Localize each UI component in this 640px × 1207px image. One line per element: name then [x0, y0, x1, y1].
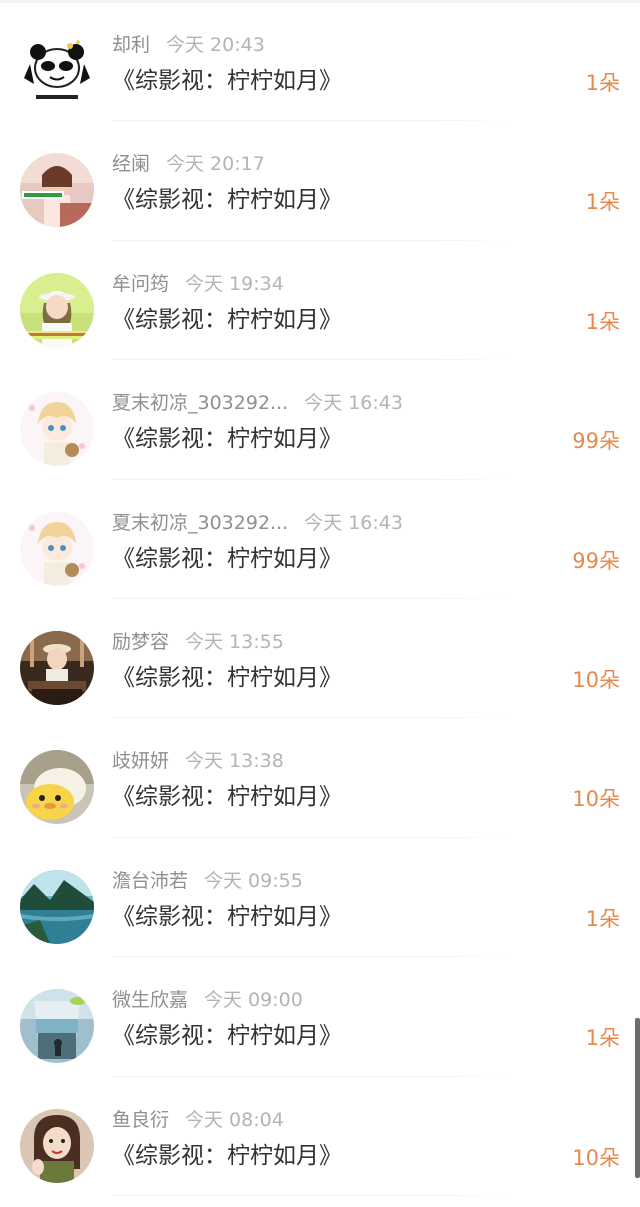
book-title[interactable]: 《综影视：柠柠如月》 — [112, 422, 342, 456]
flower-count: 10朵 — [572, 787, 620, 812]
timestamp: 今天 19:34 — [185, 272, 284, 295]
list-item[interactable]: 经阑 今天 20:17 《综影视：柠柠如月》 1朵 — [0, 121, 640, 242]
list-item[interactable]: 鱼良衍 今天 08:04 《综影视：柠柠如月》 10朵 — [0, 1077, 640, 1197]
user-name[interactable]: 夏末初凉_303292... — [112, 512, 288, 534]
timestamp: 今天 16:43 — [304, 511, 403, 534]
book-title[interactable]: 《综影视：柠柠如月》 — [112, 900, 342, 934]
user-avatar[interactable] — [20, 989, 94, 1064]
flower-count: 10朵 — [572, 1145, 620, 1170]
duck-avatar-icon — [20, 750, 94, 825]
list-item[interactable]: 却利 今天 20:43 《综影视：柠柠如月》 1朵 — [0, 2, 640, 122]
book-title[interactable]: 《综影视：柠柠如月》 — [112, 183, 342, 217]
landscape-avatar-icon — [20, 869, 94, 944]
book-title[interactable]: 《综影视：柠柠如月》 — [112, 1139, 342, 1173]
flower-count: 1朵 — [585, 906, 620, 931]
user-avatar[interactable] — [20, 34, 94, 108]
book-title[interactable]: 《综影视：柠柠如月》 — [112, 1019, 342, 1053]
user-avatar[interactable] — [20, 750, 94, 825]
flower-count: 99朵 — [572, 548, 620, 573]
list-item[interactable]: 夏末初凉_303292... 今天 16:43 《综影视：柠柠如月》 99朵 — [0, 360, 640, 480]
user-name[interactable]: 夏末初凉_303292... — [112, 392, 288, 414]
list-item[interactable]: 微生欣嘉 今天 09:00 《综影视：柠柠如月》 1朵 — [0, 957, 640, 1077]
user-name[interactable]: 微生欣嘉 — [112, 989, 188, 1011]
flower-count: 99朵 — [572, 429, 620, 454]
timestamp: 今天 09:55 — [204, 869, 303, 892]
book-title[interactable]: 《综影视：柠柠如月》 — [112, 64, 342, 98]
user-name[interactable]: 鱼良衍 — [112, 1109, 169, 1131]
timestamp: 今天 13:55 — [185, 630, 284, 653]
glass-avatar-icon — [20, 989, 94, 1064]
book-title[interactable]: 《综影视：柠柠如月》 — [112, 780, 342, 814]
flower-count: 1朵 — [585, 71, 620, 95]
anime-boy-avatar-icon — [20, 392, 94, 467]
user-name[interactable]: 经阑 — [112, 153, 150, 175]
list-item[interactable]: 夏末初凉_303292... 今天 16:43 《综影视：柠柠如月》 99朵 — [0, 480, 640, 600]
book-title[interactable]: 《综影视：柠柠如月》 — [112, 661, 342, 695]
girl-hat-avatar-icon — [20, 272, 94, 347]
user-avatar[interactable] — [20, 153, 94, 228]
timestamp: 今天 20:17 — [166, 153, 265, 176]
book-title[interactable]: 《综影视：柠柠如月》 — [112, 303, 342, 337]
book-title[interactable]: 《综影视：柠柠如月》 — [112, 542, 342, 576]
flower-count: 10朵 — [572, 667, 620, 692]
timestamp: 今天 08:04 — [185, 1108, 284, 1131]
user-name[interactable]: 歧妍妍 — [112, 750, 169, 772]
user-avatar[interactable] — [20, 272, 94, 347]
flower-count: 1朵 — [585, 1026, 620, 1051]
child-photo-avatar-icon — [20, 630, 94, 705]
user-name[interactable]: 澹台沛若 — [112, 870, 188, 892]
timestamp: 今天 09:00 — [204, 989, 303, 1012]
user-name[interactable]: 牟问筠 — [112, 273, 169, 295]
list-item[interactable]: 牟问筠 今天 19:34 《综影视：柠柠如月》 1朵 — [0, 241, 640, 361]
anime-boy-avatar-icon — [20, 511, 94, 586]
user-name[interactable]: 却利 — [112, 34, 150, 56]
timestamp: 今天 13:38 — [185, 750, 284, 773]
flower-count: 1朵 — [585, 309, 620, 334]
girl-selfie-avatar-icon — [20, 1108, 94, 1183]
user-avatar[interactable] — [20, 1108, 94, 1183]
panda-meme-avatar-icon — [20, 34, 94, 108]
user-avatar[interactable] — [20, 511, 94, 586]
user-avatar[interactable] — [20, 392, 94, 467]
user-avatar[interactable] — [20, 869, 94, 944]
girl-photo-avatar-icon — [20, 153, 94, 228]
flower-count: 1朵 — [585, 190, 620, 215]
scrollbar-thumb[interactable] — [635, 1018, 640, 1178]
list-item[interactable]: 歧妍妍 今天 13:38 《综影视：柠柠如月》 10朵 — [0, 718, 640, 839]
list-item[interactable]: 澹台沛若 今天 09:55 《综影视：柠柠如月》 1朵 — [0, 838, 640, 958]
gift-record-list: 却利 今天 20:43 《综影视：柠柠如月》 1朵 经阑 今天 20:17 《综影视… — [0, 2, 640, 1197]
user-avatar[interactable] — [20, 630, 94, 705]
timestamp: 今天 20:43 — [166, 34, 265, 56]
timestamp: 今天 16:43 — [304, 392, 403, 415]
list-item[interactable]: 励梦容 今天 13:55 《综影视：柠柠如月》 10朵 — [0, 599, 640, 719]
user-name[interactable]: 励梦容 — [112, 631, 169, 653]
